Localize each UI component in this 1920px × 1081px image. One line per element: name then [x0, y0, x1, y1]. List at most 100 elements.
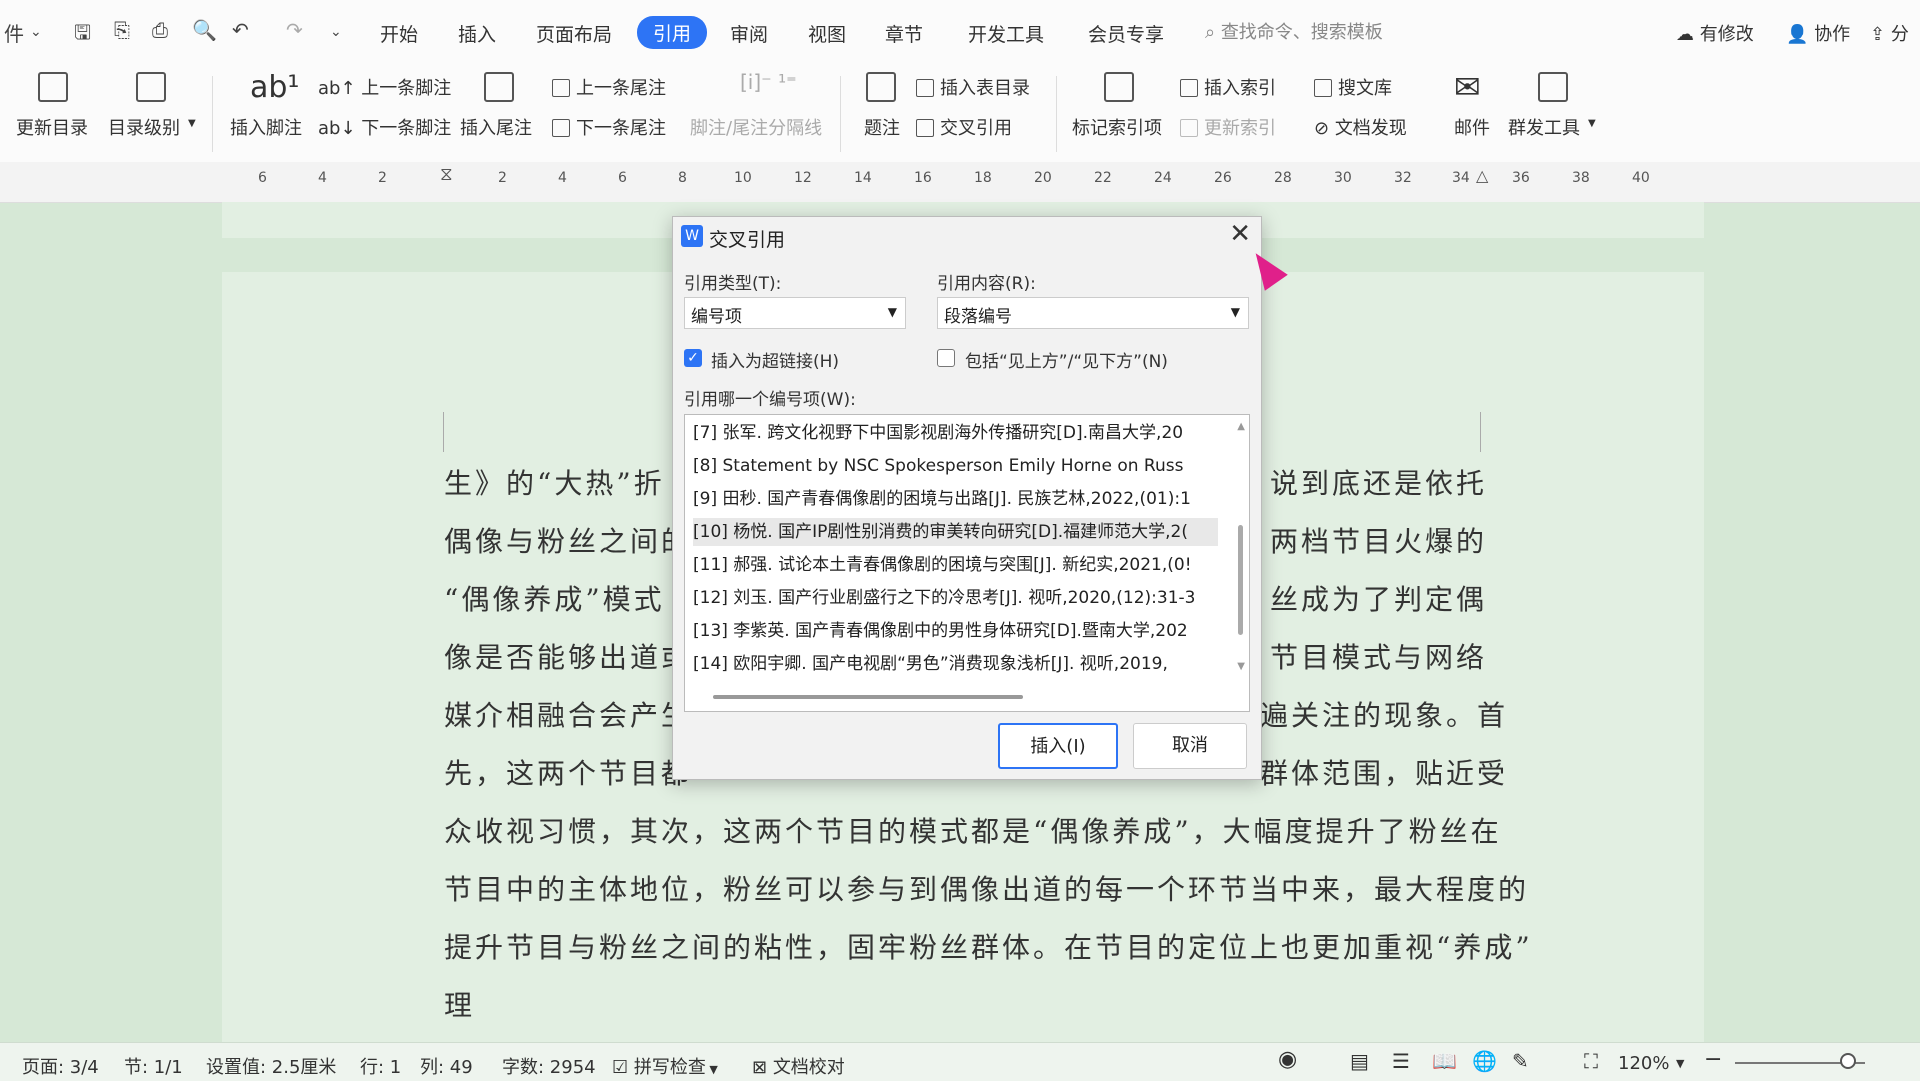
file-menu-chevron-icon[interactable]: ⌄ — [30, 24, 42, 40]
list-item[interactable]: [13] 李紫英. 国产青春偶像剧中的男性身体研究[D].暨南大学,202 — [693, 617, 1218, 645]
redo-icon[interactable]: ↷ — [286, 18, 303, 42]
pen-icon[interactable]: ✎ — [1512, 1049, 1529, 1073]
modified-button[interactable]: ☁ 有修改 — [1676, 20, 1754, 46]
tab-view[interactable]: 视图 — [808, 20, 846, 47]
scroll-down-icon[interactable]: ▼ — [1237, 661, 1245, 672]
toc-level-dropdown-icon[interactable]: ▼ — [188, 118, 196, 129]
word-count[interactable]: 字数: 2954 — [502, 1053, 596, 1079]
tab-member[interactable]: 会员专享 — [1088, 20, 1164, 47]
ruler-tick: 30 — [1334, 170, 1352, 186]
page-view-icon[interactable]: ▤ — [1350, 1049, 1369, 1073]
mass-tools-dropdown-icon[interactable]: ▼ — [1588, 118, 1596, 129]
zoom-slider-thumb[interactable] — [1840, 1053, 1856, 1069]
file-menu[interactable]: 件 — [4, 18, 24, 47]
zoom-out-icon[interactable]: − — [1704, 1047, 1722, 1072]
collab-button[interactable]: 👤 协作 — [1786, 20, 1850, 46]
modified-label: 有修改 — [1699, 24, 1754, 45]
list-item[interactable]: [9] 田秒. 国产青春偶像剧的困境与出路[J]. 民族艺林,2022,(01)… — [693, 485, 1218, 513]
tab-page-layout[interactable]: 页面布局 — [536, 20, 612, 47]
print-icon[interactable]: ⎙ — [152, 18, 168, 42]
search-library-button[interactable]: 搜文库 — [1314, 74, 1392, 100]
tab-review[interactable]: 审阅 — [730, 20, 768, 47]
prev-footnote-label: 上一条脚注 — [361, 78, 452, 99]
search-placeholder: 查找命令、搜索模板 — [1220, 22, 1383, 43]
ref-type-select[interactable]: 编号项 ▼ — [684, 297, 906, 329]
ruler-tick: 34 — [1452, 170, 1470, 186]
page-indicator[interactable]: 页面: 3/4 — [22, 1053, 99, 1079]
next-footnote-button[interactable]: ab↓ 下一条脚注 — [318, 114, 451, 140]
ruler-tick: 32 — [1394, 170, 1412, 186]
tab-home[interactable]: 开始 — [380, 20, 418, 47]
proofread-button[interactable]: ⊠ 文档校对 — [752, 1053, 845, 1079]
separator-line-button[interactable]: 脚注/尾注分隔线 — [690, 114, 822, 140]
ruler-tick: 14 — [854, 170, 872, 186]
share-label: 分 — [1890, 24, 1909, 45]
horizontal-scrollbar[interactable] — [713, 695, 1023, 699]
list-item-selected[interactable]: [10] 杨悦. 国产IP剧性别消费的审美转向研究[D].福建师范大学,2( — [693, 518, 1218, 546]
zoom-level[interactable]: 120% — [1618, 1053, 1669, 1074]
ref-content-select[interactable]: 段落编号 ▼ — [937, 297, 1249, 329]
text-line-right: 两档节目火爆的 — [1270, 525, 1488, 558]
share-button[interactable]: ⇪ 分 — [1870, 20, 1909, 46]
read-mode-icon[interactable]: 📖 — [1432, 1049, 1457, 1073]
ruler-tick: 20 — [1034, 170, 1052, 186]
update-toc-button[interactable]: 更新目录 — [16, 114, 88, 140]
list-item[interactable]: [7] 张军. 跨文化视野下中国影视剧海外传播研究[D].南昌大学,20 — [693, 419, 1218, 447]
list-item[interactable]: [8] Statement by NSC Spokesperson Emily … — [693, 452, 1218, 480]
tab-references[interactable]: 引用 — [637, 16, 708, 49]
mail-icon: ✉ — [1454, 68, 1481, 106]
close-icon[interactable]: ✕ — [1229, 219, 1251, 249]
export-icon[interactable]: ⎘ — [114, 18, 130, 42]
zoom-dropdown-icon[interactable]: ▼ — [1676, 1057, 1684, 1070]
ruler[interactable]: 6 4 2 ⧖ 2 4 6 8 10 12 14 16 18 20 22 24 … — [0, 162, 1920, 203]
cross-reference-button[interactable]: 交叉引用 — [916, 114, 1012, 140]
toc-level-button[interactable]: 目录级别 — [108, 114, 180, 140]
insert-table-toc-button[interactable]: 插入表目录 — [916, 74, 1030, 100]
numbered-item-list[interactable]: [7] 张军. 跨文化视野下中国影视剧海外传播研究[D].南昌大学,20 [8]… — [684, 414, 1250, 712]
mail-button[interactable]: 邮件 — [1454, 114, 1490, 140]
list-item[interactable]: [11] 郝强. 试论本土青春偶像剧的困境与突围[J]. 新纪实,2021,(0… — [693, 551, 1218, 579]
ruler-tick: 16 — [914, 170, 932, 186]
insert-button[interactable]: 插入(I) — [998, 723, 1118, 769]
ruler-tick: 6 — [618, 170, 627, 186]
update-index-button[interactable]: 更新索引 — [1180, 114, 1276, 140]
fit-page-icon[interactable]: ⛶ — [1584, 1049, 1598, 1073]
list-item[interactable]: [14] 欧阳宇卿. 国产电视剧“男色”消费现象浅析[J]. 视听,2019, — [693, 650, 1218, 678]
command-search[interactable]: ⌕ 查找命令、搜索模板 — [1205, 18, 1383, 44]
ruler-tick: 2 — [498, 170, 507, 186]
caption-button[interactable]: 题注 — [864, 114, 900, 140]
save-icon[interactable]: 🖫 — [74, 18, 91, 52]
list-item[interactable]: [12] 刘玉. 国产行业剧盛行之下的冷思考[J]. 视听,2020,(12):… — [693, 584, 1218, 612]
indent-marker-icon[interactable]: ⧖ — [440, 164, 453, 185]
ruler-tick: 10 — [734, 170, 752, 186]
customize-chevron-icon[interactable]: ⌄ — [330, 24, 342, 40]
vertical-scrollbar[interactable] — [1238, 525, 1243, 635]
doc-discover-button[interactable]: ⊘ 文档发现 — [1314, 114, 1407, 140]
insert-footnote-button[interactable]: 插入脚注 — [230, 114, 302, 140]
ref-content-label: 引用内容(R): — [937, 274, 1036, 294]
prev-footnote-button[interactable]: ab↑ 上一条脚注 — [318, 74, 451, 100]
cancel-button[interactable]: 取消 — [1133, 723, 1247, 769]
print-preview-icon[interactable]: 🔍 — [192, 18, 217, 42]
scroll-up-icon[interactable]: ▲ — [1237, 421, 1245, 432]
tab-section[interactable]: 章节 — [885, 20, 923, 47]
prev-endnote-button[interactable]: 上一条尾注 — [552, 74, 666, 100]
tab-developer[interactable]: 开发工具 — [968, 20, 1044, 47]
tab-insert[interactable]: 插入 — [458, 20, 496, 47]
ruler-tick: 2 — [378, 170, 387, 186]
outline-view-icon[interactable]: ☰ — [1392, 1049, 1410, 1073]
next-endnote-button[interactable]: 下一条尾注 — [552, 114, 666, 140]
doc-discover-label: 文档发现 — [1334, 118, 1407, 139]
spell-check-button[interactable]: ☑ 拼写检查 ▼ — [612, 1053, 718, 1079]
undo-icon[interactable]: ↶ — [232, 18, 249, 42]
mass-tools-button[interactable]: 群发工具 — [1508, 114, 1580, 140]
mark-index-button[interactable]: 标记索引项 — [1072, 114, 1162, 140]
hyperlink-checkbox[interactable]: ✓ — [684, 349, 702, 367]
above-below-checkbox[interactable] — [937, 349, 955, 367]
web-view-icon[interactable]: 🌐 — [1472, 1049, 1497, 1073]
insert-endnote-button[interactable]: 插入尾注 — [460, 114, 532, 140]
right-indent-marker-icon[interactable]: △ — [1476, 166, 1488, 185]
eye-protection-icon[interactable]: ◉ — [1278, 1047, 1297, 1072]
footnote-icon: ab¹ — [250, 70, 300, 105]
insert-index-button[interactable]: 插入索引 — [1180, 74, 1276, 100]
